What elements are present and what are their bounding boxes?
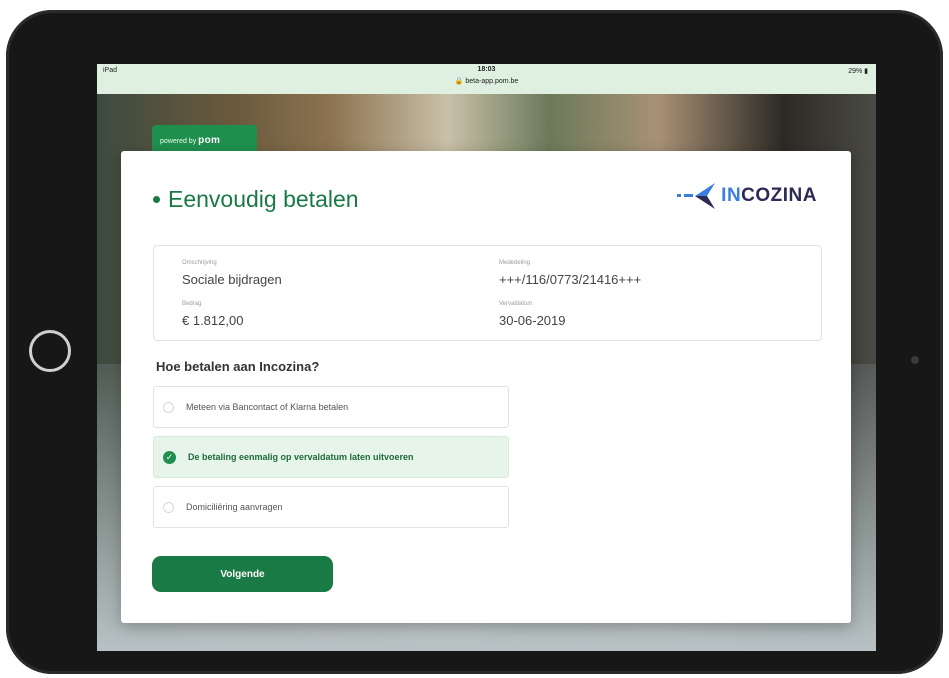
option-pay-on-due-date[interactable]: ✓ De betaling eenmalig op vervaldatum la… xyxy=(153,436,509,478)
powered-by-text: powered by xyxy=(160,138,197,145)
logo-text-prefix: IN xyxy=(721,185,742,206)
radio-unchecked-icon[interactable] xyxy=(163,501,174,513)
status-time: 18:03 xyxy=(477,66,496,73)
pom-logo: pom xyxy=(198,135,221,146)
title-dot-icon xyxy=(153,196,160,203)
option-label: De betaling eenmalig op vervaldatum late… xyxy=(188,452,414,462)
radio-unchecked-icon[interactable] xyxy=(163,401,174,413)
tablet-frame: iPad 18:03 🔒 beta-app.pom.be 29% ▮ power… xyxy=(6,10,943,674)
page-title: Eenvoudig betalen xyxy=(168,186,359,212)
battery-level: 29% xyxy=(848,68,863,75)
status-bar: iPad 18:03 🔒 beta-app.pom.be 29% ▮ xyxy=(97,64,876,94)
camera-icon xyxy=(911,356,919,364)
home-button[interactable] xyxy=(29,330,71,372)
logo-mark-icon xyxy=(677,183,716,209)
payment-card: Eenvoudig betalen INCOZINA Omschrijving … xyxy=(121,151,851,623)
option-label: Domiciliëring aanvragen xyxy=(186,502,283,512)
reference-label: Mededeling xyxy=(499,260,531,266)
incozina-logo: INCOZINA xyxy=(677,181,817,211)
tablet-screen: iPad 18:03 🔒 beta-app.pom.be 29% ▮ power… xyxy=(97,64,876,651)
logo-text-rest: COZINA xyxy=(741,185,817,206)
reference-value: +++/116/0773/21416+++ xyxy=(499,272,642,287)
amount-value: € 1.812,00 xyxy=(182,313,244,328)
address-bar[interactable]: 🔒 beta-app.pom.be xyxy=(97,77,876,85)
option-label: Meteen via Bancontact of Klarna betalen xyxy=(186,402,349,412)
url-text: beta-app.pom.be xyxy=(465,78,519,85)
title-row: Eenvoudig betalen xyxy=(153,186,359,213)
battery-indicator: 29% ▮ xyxy=(848,68,868,75)
payment-details: Omschrijving Sociale bijdragen Mededelin… xyxy=(153,245,822,341)
logo-text: INCOZINA xyxy=(721,185,817,207)
description-value: Sociale bijdragen xyxy=(182,272,282,287)
payment-question: Hoe betalen aan Incozina? xyxy=(156,359,320,374)
option-direct-debit[interactable]: Domiciliëring aanvragen xyxy=(153,486,509,528)
option-bancontact-klarna[interactable]: Meteen via Bancontact of Klarna betalen xyxy=(153,386,509,428)
amount-label: Bedrag xyxy=(182,301,202,307)
next-button[interactable]: Volgende xyxy=(152,556,333,592)
due-date-value: 30-06-2019 xyxy=(499,313,566,328)
powered-by-badge: powered by pom xyxy=(152,125,257,151)
description-label: Omschrijving xyxy=(182,260,217,266)
radio-checked-icon[interactable]: ✓ xyxy=(163,450,176,464)
due-date-label: Vervaldatum xyxy=(499,301,533,307)
